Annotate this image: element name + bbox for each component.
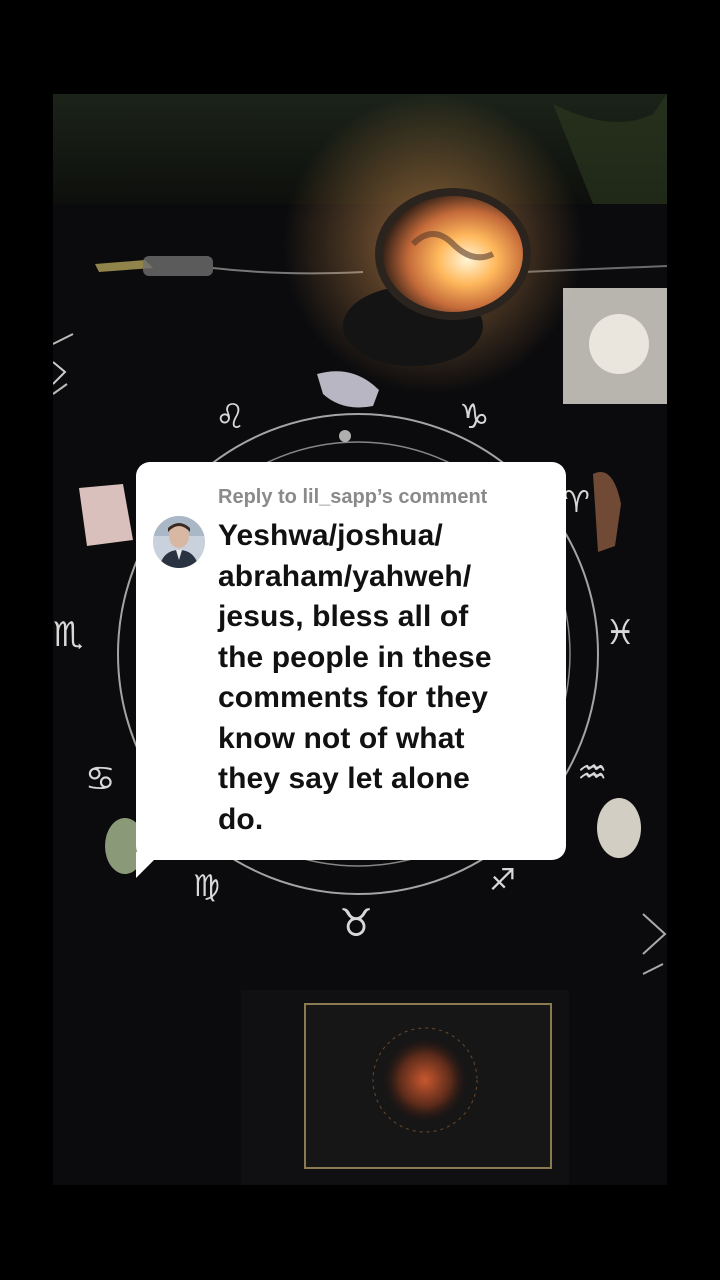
reply-line: jesus, bless all of [218,600,469,633]
reply-card-tail [136,852,162,878]
capricorn-glyph: ♑ [459,397,489,437]
reply-body: Yeshwa/joshua/ abraham/yahweh/ jesus, bl… [218,516,548,840]
commenter-avatar[interactable] [153,516,205,568]
reply-line: comments for they [218,681,489,714]
reply-line: Yeshwa/joshua/ [218,519,443,552]
reply-line: abraham/yahweh/ [218,559,472,593]
aries-glyph: ♈ [563,485,590,520]
pisces-glyph: ♓ [605,613,635,653]
reply-comment-card[interactable]: Reply to lil_sapp’s comment Yeshwa/joshu… [136,462,566,860]
aquarius-glyph: ♒ [577,753,607,793]
virgo-glyph: ♍ [193,869,220,904]
leo-glyph: ♌ [215,397,245,437]
reply-line: the people in these [218,640,492,674]
scorpio-glyph: ♏ [53,615,83,655]
reply-line: do. [218,802,264,836]
video-screen[interactable]: ♌ ♑ ♈ ♏ ♓ ♋ ♒ ♍ ♐ ♉ Reply to lil_sapp’s … [0,0,720,1280]
reply-line: they say let alone [218,762,470,795]
person-avatar-icon [153,516,205,568]
taurus-glyph: ♉ [339,901,373,945]
cancer-glyph: ♋ [85,759,115,799]
sagittarius-glyph: ♐ [489,863,516,898]
reply-line: know not of what [218,721,465,755]
reply-header: Reply to lil_sapp’s comment [218,486,488,508]
